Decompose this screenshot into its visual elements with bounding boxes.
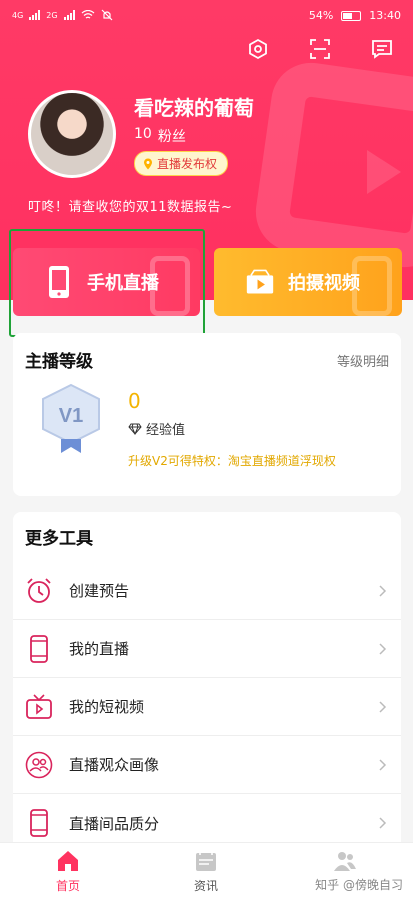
username: 看吃辣的葡萄 (134, 96, 254, 120)
fans-label: 粉丝 (157, 129, 186, 145)
tool-label: 我的短视频 (69, 698, 145, 716)
tools-card-title: 更多工具 (25, 529, 93, 549)
tab-people[interactable] (305, 849, 385, 877)
status-bar: 4G 2G 54% 13:40 (0, 0, 413, 32)
scan-icon[interactable] (309, 38, 331, 60)
chevron-right-icon (379, 700, 387, 713)
fans-count-row[interactable]: 10 粉丝 (134, 126, 186, 146)
level-card-title: 主播等级 (25, 352, 93, 372)
tool-create-preview[interactable]: 创建预告 (13, 562, 401, 620)
home-icon (58, 851, 78, 871)
people-icon (334, 852, 356, 871)
experience-value: 0 (128, 389, 141, 413)
live-permission-badge[interactable]: 直播发布权 (134, 151, 229, 176)
diamond-icon (128, 423, 142, 435)
anchor-level-card: 主播等级 等级明细 V1 0 经验值 升级V2可得特权：淘宝直播频道浮现权 (13, 333, 401, 496)
double11-report-banner[interactable]: 叮咚！请查收您的双11数据报告~ (28, 196, 232, 215)
wifi-icon (81, 10, 95, 19)
mute-icon (101, 9, 113, 21)
tool-label: 创建预告 (69, 582, 130, 600)
tool-label: 我的直播 (69, 640, 130, 658)
chevron-right-icon (379, 758, 387, 771)
chevron-right-icon (379, 584, 387, 597)
tool-my-short-video[interactable]: 我的短视频 (13, 678, 401, 736)
alarm-clock-icon (27, 577, 51, 603)
tab-news-label: 资讯 (193, 879, 218, 893)
tool-my-live[interactable]: 我的直播 (13, 620, 401, 678)
tab-home-label: 首页 (55, 879, 80, 893)
selection-highlight-box (9, 229, 205, 337)
video-decoration (352, 256, 392, 316)
phone-icon (30, 809, 48, 837)
message-icon[interactable] (371, 38, 393, 60)
clock: 13:40 (369, 9, 401, 22)
audience-icon (25, 751, 53, 778)
battery-percent: 54% (308, 9, 334, 22)
phone-icon (30, 634, 48, 663)
tool-audience-profile[interactable]: 直播观众画像 (13, 736, 401, 794)
tool-label: 直播间品质分 (69, 814, 160, 833)
network-label-1: 4G (12, 10, 24, 20)
experience-label: 经验值 (146, 423, 186, 438)
battery-icon (341, 10, 362, 21)
fans-count: 10 (134, 126, 152, 142)
signal-icon (29, 10, 41, 20)
settings-icon[interactable] (247, 38, 269, 60)
tab-home[interactable]: 首页 (28, 849, 108, 894)
experience-label-row: 经验值 (128, 419, 185, 438)
tv-play-icon (26, 693, 52, 719)
watermark: 知乎 @傍晚自习 (315, 878, 403, 892)
more-tools-card: 更多工具 创建预告 我的直播 我的短视频 直播观众画像 直播间品质分 (13, 512, 401, 852)
shoot-video-label: 拍摄视频 (288, 273, 360, 294)
avatar[interactable] (28, 90, 116, 178)
shoot-video-button[interactable]: 拍摄视频 (214, 248, 402, 316)
chevron-right-icon (379, 817, 387, 829)
level-v1-badge-icon: V1 (42, 383, 100, 453)
header-decoration-play (367, 150, 401, 194)
chevron-right-icon (379, 642, 387, 655)
signal-icon-2 (63, 10, 75, 20)
location-pin-icon (144, 158, 152, 169)
badge-label: 直播发布权 (157, 157, 218, 171)
news-icon (196, 851, 216, 871)
tab-news[interactable]: 资讯 (166, 849, 246, 894)
level-detail-link[interactable]: 等级明细 (337, 351, 389, 370)
video-camera-icon (246, 269, 274, 294)
tool-label: 直播观众画像 (69, 756, 160, 774)
upgrade-privilege-text: 升级V2可得特权：淘宝直播频道浮现权 (128, 454, 336, 468)
bottom-tab-bar: 首页 资讯 (0, 842, 413, 903)
network-label-2: 2G (46, 10, 58, 20)
level-badge-text: V1 (59, 405, 83, 427)
